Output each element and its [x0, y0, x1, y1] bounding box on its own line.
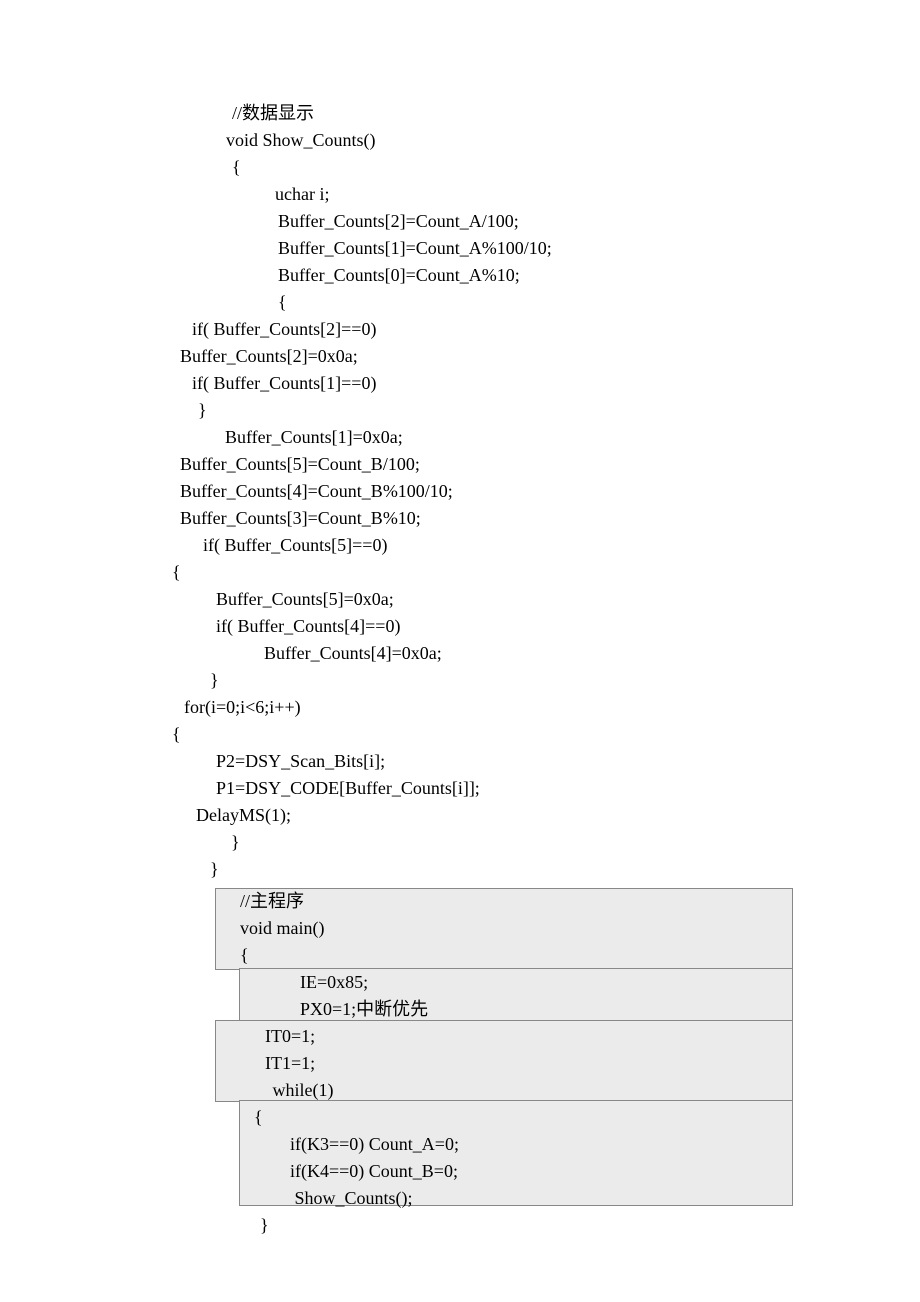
code-line: for(i=0;i<6;i++) — [0, 694, 920, 721]
code-line: IT0=1; — [0, 1023, 920, 1050]
code-line: void main() — [0, 915, 920, 942]
code-line: P2=DSY_Scan_Bits[i]; — [0, 748, 920, 775]
code-line: { — [0, 1104, 920, 1131]
code-line: Buffer_Counts[5]=0x0a; — [0, 586, 920, 613]
code-line: //主程序 — [0, 888, 920, 915]
code-line: uchar i; — [0, 181, 920, 208]
code-line: //数据显示 — [0, 100, 920, 127]
code-line: if( Buffer_Counts[5]==0) — [0, 532, 920, 559]
code-line: DelayMS(1); — [0, 802, 920, 829]
code-line: Show_Counts(); — [0, 1185, 920, 1212]
code-line: } — [0, 829, 920, 856]
code-line: PX0=1;中断优先 — [0, 996, 920, 1023]
code-line: if(K3==0) Count_A=0; — [0, 1131, 920, 1158]
code-line: Buffer_Counts[2]=0x0a; — [0, 343, 920, 370]
code-line: Buffer_Counts[2]=Count_A/100; — [0, 208, 920, 235]
code-line: IT1=1; — [0, 1050, 920, 1077]
code-page: //数据显示 void Show_Counts() { uchar i; Buf… — [0, 0, 920, 1239]
code-line: if(K4==0) Count_B=0; — [0, 1158, 920, 1185]
code-line: Buffer_Counts[3]=Count_B%10; — [0, 505, 920, 532]
code-line: Buffer_Counts[1]=0x0a; — [0, 424, 920, 451]
code-line: Buffer_Counts[0]=Count_A%10; — [0, 262, 920, 289]
code-line: void Show_Counts() — [0, 127, 920, 154]
code-line: Buffer_Counts[4]=0x0a; — [0, 640, 920, 667]
code-line: { — [0, 289, 920, 316]
code-line: } — [0, 1212, 920, 1239]
code-line: { — [0, 154, 920, 181]
code-line: Buffer_Counts[4]=Count_B%100/10; — [0, 478, 920, 505]
code-line: while(1) — [0, 1077, 920, 1104]
code-line: IE=0x85; — [0, 969, 920, 996]
code-line: if( Buffer_Counts[4]==0) — [0, 613, 920, 640]
code-line: } — [0, 667, 920, 694]
code-line: Buffer_Counts[5]=Count_B/100; — [0, 451, 920, 478]
code-line: if( Buffer_Counts[2]==0) — [0, 316, 920, 343]
code-line: { — [0, 559, 920, 586]
code-line: } — [0, 397, 920, 424]
function-main-block: //主程序 void main() { IE=0x85; PX0=1;中断优先 … — [0, 888, 920, 1239]
code-line: P1=DSY_CODE[Buffer_Counts[i]]; — [0, 775, 920, 802]
code-line: if( Buffer_Counts[1]==0) — [0, 370, 920, 397]
code-line: { — [0, 942, 920, 969]
code-line: Buffer_Counts[1]=Count_A%100/10; — [0, 235, 920, 262]
code-line: { — [0, 721, 920, 748]
function-show-counts: //数据显示 void Show_Counts() { uchar i; Buf… — [0, 100, 920, 883]
code-line: } — [0, 856, 920, 883]
